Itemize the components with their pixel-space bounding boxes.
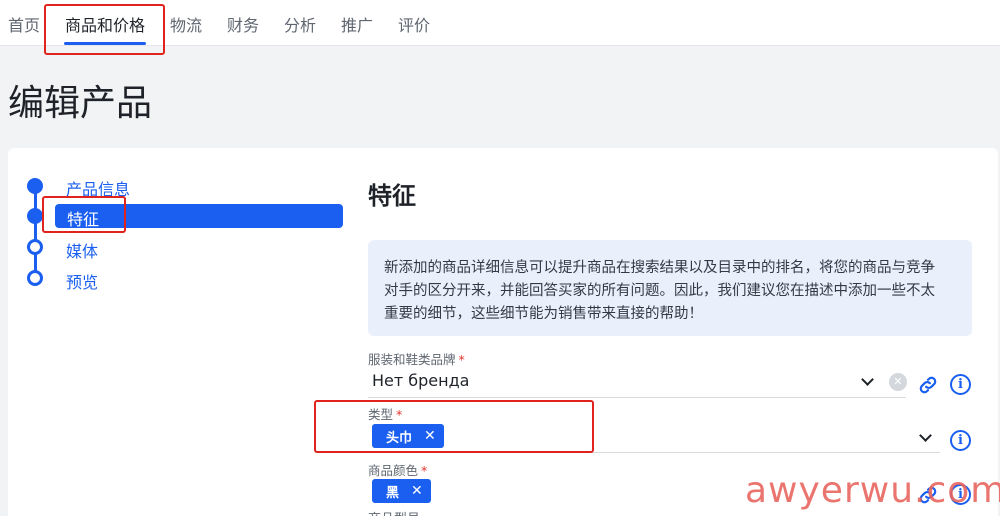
nav-logistics[interactable]: 物流 xyxy=(170,12,202,36)
clear-icon[interactable]: ✕ xyxy=(889,373,907,391)
color-chip-label: 黑 xyxy=(386,485,400,501)
color-chip: 黑 ✕ xyxy=(372,479,431,503)
info-icon[interactable]: i xyxy=(950,430,971,451)
section-title: 特征 xyxy=(368,182,416,210)
brand-label-text: 服装和鞋类品牌 xyxy=(368,352,456,367)
step-media[interactable]: 媒体 xyxy=(66,238,98,262)
color-label-text: 商品颜色 xyxy=(368,463,419,478)
required-mark: * xyxy=(458,352,465,367)
step-preview[interactable]: 预览 xyxy=(66,269,98,293)
stepper-line xyxy=(34,186,37,278)
color-field-label: 商品颜色 * xyxy=(368,460,427,479)
info-line: 新添加的商品详细信息可以提升商品在搜索结果以及目录中的排名，将您的商品与竞争 xyxy=(384,260,935,276)
step-dot-product-info xyxy=(27,178,43,194)
nav-home[interactable]: 首页 xyxy=(8,12,40,36)
info-box: 新添加的商品详细信息可以提升商品在搜索结果以及目录中的排名，将您的商品与竞争 对… xyxy=(368,240,972,336)
bottom-hint-text: 商品型号…… xyxy=(368,508,446,516)
chip-remove-icon[interactable]: ✕ xyxy=(411,483,423,499)
brand-select-value[interactable]: Нет бренда xyxy=(372,371,469,390)
highlight-box-type xyxy=(314,400,594,453)
nav-analytics[interactable]: 分析 xyxy=(284,12,316,36)
nav-reviews[interactable]: 评价 xyxy=(398,12,430,36)
nav-finance[interactable]: 财务 xyxy=(227,12,259,36)
info-line: 重要的细节，这些细节能为销售带来直接的帮助！ xyxy=(384,306,703,322)
watermark: awyerwu.com xyxy=(745,470,1000,511)
brand-underline xyxy=(368,397,906,398)
step-dot-media xyxy=(27,239,43,255)
info-line: 对手的区分开来，并能回答买家的所有问题。因此，我们建议您在描述中添加一些不太 xyxy=(384,283,935,299)
step-dot-preview xyxy=(27,270,43,286)
brand-field-label: 服装和鞋类品牌 * xyxy=(368,349,465,368)
link-icon[interactable] xyxy=(917,374,939,396)
page-title: 编辑产品 xyxy=(8,83,153,124)
info-icon[interactable]: i xyxy=(950,374,971,395)
highlight-box-nav xyxy=(44,4,165,55)
nav-promotion[interactable]: 推广 xyxy=(341,12,373,36)
step-dot-features xyxy=(27,208,43,224)
required-mark: * xyxy=(421,463,428,478)
highlight-box-step xyxy=(42,196,126,233)
